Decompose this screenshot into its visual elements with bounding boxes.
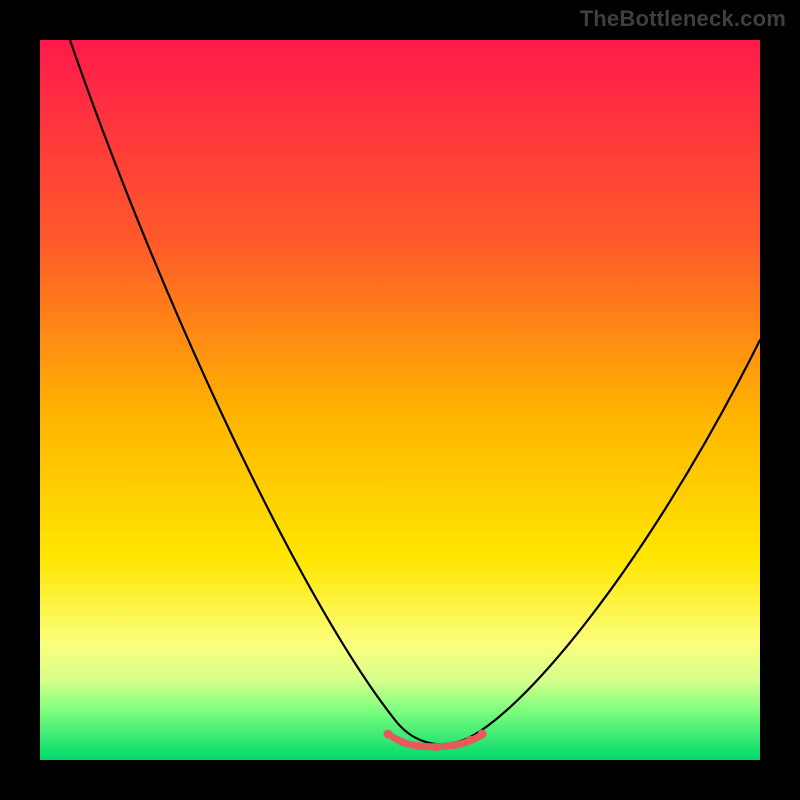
flat-region-dot [384, 730, 393, 739]
flat-region-dot [398, 738, 406, 746]
flat-region-dot [466, 736, 474, 744]
flat-region-dot [432, 743, 440, 751]
bottleneck-curve [70, 40, 760, 744]
watermark-text: TheBottleneck.com [580, 6, 786, 32]
chart-frame: TheBottleneck.com [0, 0, 800, 800]
flat-region-dot [450, 741, 458, 749]
plot-area [40, 40, 760, 760]
curve-svg [40, 40, 760, 760]
flat-region-dot [478, 730, 487, 739]
flat-region-dot [414, 742, 422, 750]
